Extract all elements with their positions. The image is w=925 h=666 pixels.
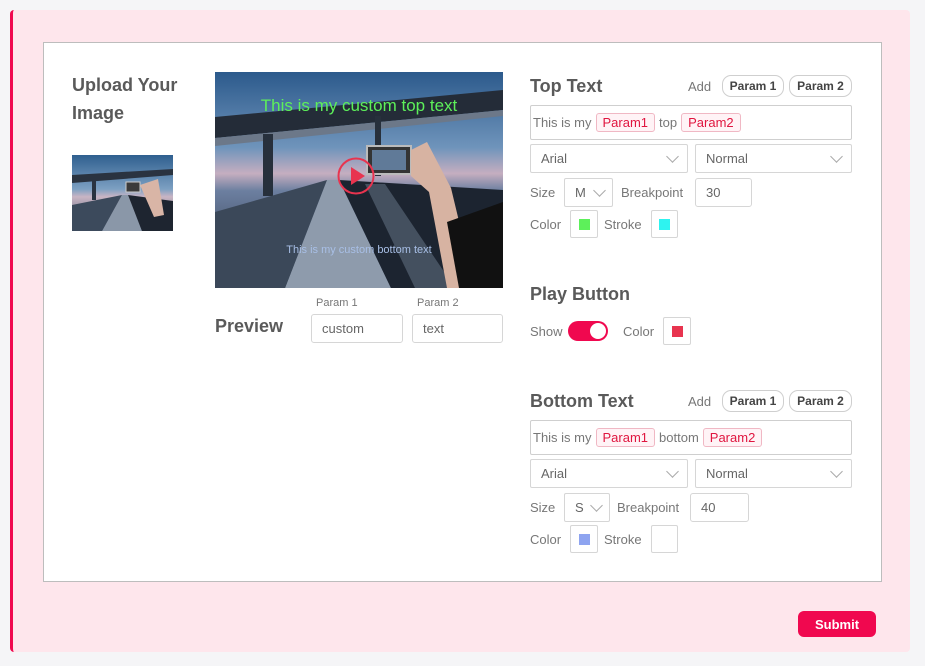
toggle-knob xyxy=(590,323,606,339)
bottom-text-prefix: This is my xyxy=(533,430,592,445)
param1-input[interactable]: custom xyxy=(311,314,403,343)
top-text-font-select[interactable]: Arial xyxy=(530,144,688,173)
top-text-color-picker[interactable] xyxy=(570,210,598,238)
top-text-title: Top Text xyxy=(530,76,603,96)
bottom-text-stroke-label: Stroke xyxy=(604,532,642,547)
top-text-add-label: Add xyxy=(688,79,712,94)
upload-title: Upload Your Image xyxy=(72,75,178,123)
bottom-text-middle: bottom xyxy=(659,430,699,445)
bottom-text-color-swatch xyxy=(578,533,590,545)
play-button-show-toggle[interactable] xyxy=(568,321,608,341)
uploaded-image-thumbnail[interactable] xyxy=(72,155,173,231)
top-text-stroke-swatch xyxy=(659,218,670,230)
top-text-size-value: M xyxy=(575,185,586,200)
top-text-weight-select[interactable]: Normal xyxy=(695,144,852,173)
preview-bottom-text: This is my custom bottom text xyxy=(286,244,432,256)
top-text-param2-tag[interactable]: Param2 xyxy=(681,113,741,132)
preview-top-text: This is my custom top text xyxy=(260,96,458,115)
top-text-add-param1-button[interactable]: Param 1 xyxy=(722,75,784,97)
top-text-breakpoint-input[interactable]: 30 xyxy=(695,178,752,207)
bottom-text-add-label: Add xyxy=(688,394,712,409)
submit-button[interactable]: Submit xyxy=(798,611,876,637)
bottom-text-font-value: Arial xyxy=(541,466,568,481)
param1-label: Param 1 xyxy=(316,297,358,309)
bottom-text-editor[interactable]: This is my Param1 bottom Param2 xyxy=(530,420,852,455)
top-text-editor[interactable]: This is my Param1 top Param2 xyxy=(530,105,852,140)
bottom-text-breakpoint-label: Breakpoint xyxy=(617,500,680,515)
top-text-prefix: This is my xyxy=(533,115,592,130)
chevron-down-icon xyxy=(830,150,843,163)
bottom-text-size-label: Size xyxy=(530,500,556,515)
top-text-stroke-label: Stroke xyxy=(604,217,642,232)
top-text-weight-value: Normal xyxy=(706,151,748,166)
bottom-text-breakpoint-input[interactable]: 40 xyxy=(690,493,749,522)
play-button-title: Play Button xyxy=(530,284,631,304)
bottom-text-add-param1-button[interactable]: Param 1 xyxy=(722,390,784,412)
top-text-size-label: Size xyxy=(530,185,556,200)
bottom-text-weight-value: Normal xyxy=(706,466,748,481)
chevron-down-icon xyxy=(666,150,679,163)
play-button-color-picker[interactable] xyxy=(663,317,691,345)
top-text-middle: top xyxy=(659,115,678,130)
play-icon[interactable] xyxy=(337,157,375,195)
top-text-add-param2-button[interactable]: Param 2 xyxy=(789,75,852,97)
chevron-down-icon xyxy=(590,499,603,512)
param2-label: Param 2 xyxy=(417,297,459,309)
bottom-text-color-picker[interactable] xyxy=(570,525,598,553)
play-button-color-label: Color xyxy=(623,324,655,339)
bottom-text-param1-tag[interactable]: Param1 xyxy=(595,428,656,447)
play-button-color-swatch xyxy=(671,325,683,337)
thumbnail-photo xyxy=(72,155,173,231)
bottom-text-weight-select[interactable]: Normal xyxy=(695,459,852,488)
bottom-text-stroke-picker[interactable] xyxy=(651,525,678,553)
top-text-size-select[interactable]: M xyxy=(564,178,613,207)
chevron-down-icon xyxy=(593,184,606,197)
top-text-breakpoint-label: Breakpoint xyxy=(621,185,684,200)
top-text-color-label: Color xyxy=(530,217,562,232)
top-text-font-value: Arial xyxy=(541,151,568,166)
editor-card: Upload Your Image This is my custom top … xyxy=(43,42,882,582)
bottom-text-font-select[interactable]: Arial xyxy=(530,459,688,488)
top-text-color-swatch xyxy=(578,218,590,230)
bottom-text-size-value: S xyxy=(575,500,584,515)
chevron-down-icon xyxy=(830,465,843,478)
bottom-text-size-select[interactable]: S xyxy=(564,493,610,522)
bottom-text-color-label: Color xyxy=(530,532,562,547)
play-button-show-label: Show xyxy=(530,324,563,339)
chevron-down-icon xyxy=(666,465,679,478)
preview-label: Preview xyxy=(215,316,284,336)
top-text-stroke-picker[interactable] xyxy=(651,210,678,238)
bottom-text-param2-tag[interactable]: Param2 xyxy=(702,428,763,447)
top-text-param1-tag[interactable]: Param1 xyxy=(595,113,656,132)
bottom-text-title: Bottom Text xyxy=(530,391,634,411)
param2-input[interactable]: text xyxy=(412,314,503,343)
bottom-text-stroke-swatch xyxy=(659,533,670,545)
bottom-text-add-param2-button[interactable]: Param 2 xyxy=(789,390,852,412)
preview-image: This is my custom top text This is my cu… xyxy=(215,72,503,288)
